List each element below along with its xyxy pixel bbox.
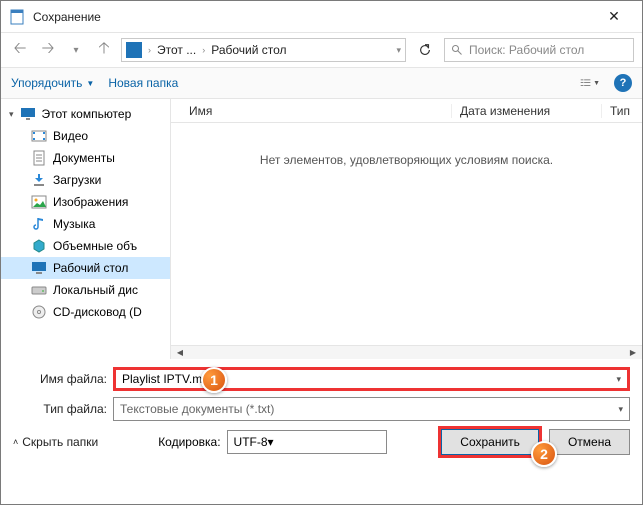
- hide-folders-button[interactable]: ˄ Скрыть папки: [13, 435, 98, 449]
- chevron-up-icon: ˄: [13, 437, 18, 447]
- encoding-label: Кодировка:: [158, 435, 220, 449]
- chevron-down-icon[interactable]: ▾: [618, 404, 623, 415]
- annotation-badge-2: 2: [531, 441, 557, 467]
- breadcrumb-2[interactable]: Рабочий стол: [211, 43, 286, 57]
- filename-input[interactable]: Playlist IPTV.m3u ▾: [113, 367, 630, 391]
- list-area: Нет элементов, удовлетворяющих условиям …: [171, 123, 642, 345]
- search-icon: [451, 44, 463, 56]
- horizontal-scrollbar[interactable]: ◀ ▶: [171, 345, 642, 359]
- drive-icon: [31, 282, 47, 298]
- help-button[interactable]: ?: [614, 74, 632, 92]
- cancel-button[interactable]: Отмена: [549, 429, 630, 455]
- save-button[interactable]: Сохранить: [441, 429, 539, 455]
- nav-tree: ▾ Этот компьютер Видео Документы Загрузк…: [1, 99, 171, 359]
- tree-localdisk[interactable]: Локальный дис: [1, 279, 170, 301]
- titlebar: Сохранение ✕: [1, 1, 642, 33]
- chevron-down-icon[interactable]: ▾: [396, 45, 401, 56]
- window-title: Сохранение: [33, 10, 594, 24]
- desktop-icon: [31, 260, 47, 276]
- col-type[interactable]: Тип: [602, 104, 642, 118]
- scroll-left-icon[interactable]: ◀: [173, 346, 187, 358]
- save-dialog: Сохранение ✕ 🡠 🡢 ▾ 🡡 › Этот ... › Рабочи…: [0, 0, 643, 505]
- refresh-button[interactable]: [412, 38, 438, 62]
- video-icon: [31, 128, 47, 144]
- chevron-right-icon: ›: [148, 45, 151, 55]
- document-icon: [31, 150, 47, 166]
- tree-cd[interactable]: CD-дисковод (D: [1, 301, 170, 323]
- monitor-icon: [20, 106, 36, 122]
- tree-downloads[interactable]: Загрузки: [1, 169, 170, 191]
- annotation-badge-1: 1: [201, 367, 227, 393]
- recent-button[interactable]: ▾: [65, 39, 87, 61]
- tree-video[interactable]: Видео: [1, 125, 170, 147]
- disc-icon: [31, 304, 47, 320]
- dialog-body: ▾ Этот компьютер Видео Документы Загрузк…: [1, 99, 642, 359]
- cube-icon: [31, 238, 47, 254]
- close-button[interactable]: ✕: [594, 8, 634, 25]
- music-icon: [31, 216, 47, 232]
- view-options-button[interactable]: ▼: [580, 73, 600, 93]
- image-icon: [31, 194, 47, 210]
- filetype-label: Тип файла:: [13, 402, 113, 416]
- navigation-bar: 🡠 🡢 ▾ 🡡 › Этот ... › Рабочий стол ▾ Поис…: [1, 33, 642, 67]
- scroll-right-icon[interactable]: ▶: [626, 346, 640, 358]
- column-headers: Имя Дата изменения Тип: [171, 99, 642, 123]
- new-folder-button[interactable]: Новая папка: [108, 76, 178, 90]
- location-icon: [126, 42, 142, 58]
- toolbar: Упорядочить▼ Новая папка ▼ ?: [1, 67, 642, 99]
- filetype-select[interactable]: Текстовые документы (*.txt) ▾: [113, 397, 630, 421]
- tree-desktop[interactable]: Рабочий стол: [1, 257, 170, 279]
- organize-menu[interactable]: Упорядочить▼: [11, 76, 94, 90]
- col-date[interactable]: Дата изменения: [452, 104, 602, 118]
- chevron-down-icon[interactable]: ▾: [268, 435, 274, 449]
- file-list: Имя Дата изменения Тип Нет элементов, уд…: [171, 99, 642, 359]
- empty-message: Нет элементов, удовлетворяющих условиям …: [260, 153, 553, 167]
- tree-music[interactable]: Музыка: [1, 213, 170, 235]
- notepad-icon: [9, 9, 25, 25]
- tree-documents[interactable]: Документы: [1, 147, 170, 169]
- tree-3d[interactable]: Объемные объ: [1, 235, 170, 257]
- address-bar[interactable]: › Этот ... › Рабочий стол ▾: [121, 38, 406, 62]
- tree-images[interactable]: Изображения: [1, 191, 170, 213]
- col-name[interactable]: Имя: [171, 104, 452, 118]
- chevron-down-icon[interactable]: ▾: [616, 374, 621, 385]
- back-button[interactable]: 🡠: [9, 39, 31, 61]
- forward-button[interactable]: 🡢: [37, 39, 59, 61]
- chevron-right-icon: ›: [202, 45, 205, 55]
- breadcrumb-1[interactable]: Этот ...: [157, 43, 196, 57]
- search-placeholder: Поиск: Рабочий стол: [469, 43, 584, 57]
- download-icon: [31, 172, 47, 188]
- filename-label: Имя файла:: [13, 372, 113, 386]
- encoding-select[interactable]: UTF-8 ▾: [227, 430, 387, 454]
- up-button[interactable]: 🡡: [93, 39, 115, 61]
- tree-this-pc[interactable]: ▾ Этот компьютер: [1, 103, 170, 125]
- search-input[interactable]: Поиск: Рабочий стол: [444, 38, 634, 62]
